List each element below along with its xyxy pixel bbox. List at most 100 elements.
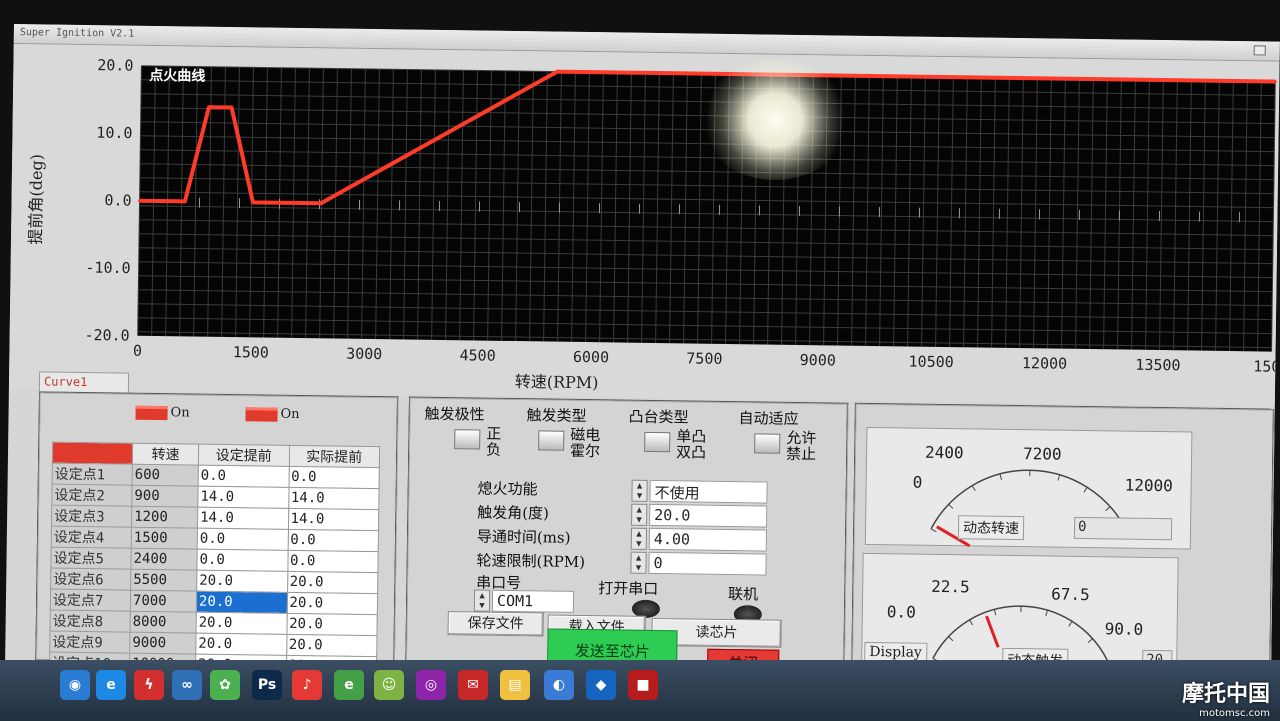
start-icon[interactable]: ◉ — [60, 670, 90, 700]
save-file-button[interactable]: 保存文件 — [447, 611, 544, 637]
row-header: 设定点2 — [51, 484, 133, 507]
cell-actual[interactable]: 20.0 — [287, 571, 378, 594]
lower-panel: Curve1 On On 转速 设定提前 实际提前 设定点1 600 0.0 0.0 设… — [5, 369, 1275, 687]
app-icon[interactable]: ■ — [628, 670, 658, 700]
wechat-icon[interactable]: ☺ — [374, 670, 404, 700]
x-tick-label: 0 — [133, 342, 142, 360]
rpm-gauge-caption: 动态转速 — [957, 515, 1025, 541]
settings-panel: 触发极性 触发类型 凸台类型 自动适应 正负 磁电 霍尔 单凸 双凸 允许 禁止 熄火… — [404, 396, 849, 678]
y-tick-label: 0.0 — [104, 191, 131, 209]
dwell-time-field[interactable]: 4.00 — [648, 527, 768, 552]
browser-icon[interactable]: e — [334, 670, 364, 700]
y-tick-label: 10.0 — [96, 124, 132, 143]
open-port-label: 打开串口 — [598, 579, 659, 599]
row-header: 设定点1 — [52, 463, 133, 486]
table-corner — [52, 442, 133, 465]
serial-port-select[interactable]: COM1 — [491, 589, 575, 613]
cell-rpm[interactable]: 600 — [132, 464, 199, 487]
legend-item-actual[interactable]: On — [245, 406, 300, 423]
gauge-tick: 12000 — [1124, 475, 1173, 496]
cell-rpm[interactable]: 900 — [131, 485, 199, 508]
mail-icon[interactable]: ✉ — [458, 670, 488, 700]
x-tick-label: 10500 — [908, 353, 953, 372]
row-header: 设定点6 — [50, 568, 131, 591]
rpm-gauge: 2400 7200 0 12000 动态转速 0 — [864, 426, 1193, 550]
boss-type-toggle[interactable] — [644, 431, 671, 453]
window-control-button[interactable] — [1253, 45, 1266, 56]
media-icon[interactable]: ◎ — [416, 670, 446, 700]
rpm-limit-label: 轮速限制(RPM) — [476, 551, 586, 572]
gauge-tick-mark — [948, 636, 954, 642]
gauge-tick-mark — [948, 504, 954, 509]
cell-rpm[interactable]: 1200 — [131, 506, 198, 529]
cell-actual[interactable]: 20.0 — [286, 613, 378, 636]
cell-rpm[interactable]: 1500 — [131, 527, 198, 550]
gauge-tick-mark — [999, 473, 1002, 480]
cell-rpm[interactable]: 5500 — [130, 569, 197, 592]
cell-actual[interactable]: 14.0 — [287, 508, 379, 531]
cell-actual[interactable]: 0.0 — [287, 529, 379, 552]
kill-function-label: 熄火功能 — [477, 479, 538, 499]
cell-set[interactable]: 20.0 — [195, 633, 287, 656]
angle-gauge: 22.5 67.5 0.0 90.0 Display 动态触发 20 — [861, 552, 1179, 674]
plot-area — [137, 65, 1276, 352]
gauge-tick: 22.5 — [931, 576, 970, 597]
trigger-angle-spinner[interactable]: ▲ ▼ — [631, 503, 648, 526]
trigger-angle-field[interactable]: 20.0 — [649, 503, 768, 528]
app-window: Super Ignition V2.1 20.0 10.0 0.0 -10.0 -20.… — [4, 24, 1280, 704]
cell-set[interactable]: 20.0 — [196, 612, 287, 635]
cell-rpm[interactable]: 9000 — [129, 632, 197, 655]
legend-item-set[interactable]: On — [135, 405, 190, 420]
cell-rpm[interactable]: 7000 — [130, 590, 197, 613]
auto-adapt-toggle[interactable] — [754, 433, 781, 454]
watermark: 摩托中国 motomsc.com — [1182, 676, 1270, 719]
flash-icon[interactable]: ϟ — [134, 670, 164, 700]
taskbar: ◉ e ϟ ∞ ✿ Ps ♪ e ☺ ◎ ✉ ▤ ◐ ◆ ■ — [0, 660, 1280, 721]
cell-set[interactable]: 0.0 — [196, 549, 288, 572]
app-icon[interactable]: ◐ — [544, 670, 574, 700]
cell-rpm[interactable]: 8000 — [130, 611, 197, 634]
cell-set[interactable]: 20.0 — [196, 591, 288, 614]
photo-icon[interactable]: ✿ — [210, 670, 240, 700]
photoshop-icon[interactable]: Ps — [252, 670, 282, 700]
x-tick-label: 3000 — [346, 345, 382, 364]
cell-actual[interactable]: 0.0 — [287, 550, 379, 573]
watermark-name: 摩托中国 — [1181, 682, 1270, 707]
trigger-type-toggle[interactable] — [538, 430, 565, 451]
gauge-tick-mark — [1045, 610, 1048, 617]
kill-function-spinner[interactable]: ▲ ▼ — [631, 479, 648, 502]
legend-label: On — [280, 406, 300, 423]
cell-rpm[interactable]: 2400 — [130, 548, 198, 571]
dwell-time-spinner[interactable]: ▲ ▼ — [630, 527, 648, 550]
cell-actual[interactable]: 20.0 — [286, 634, 377, 657]
cell-actual[interactable]: 20.0 — [286, 592, 378, 615]
cell-set[interactable]: 14.0 — [197, 486, 289, 509]
polarity-toggle[interactable] — [454, 429, 481, 450]
row-header: 设定点5 — [50, 547, 132, 570]
music-icon[interactable]: ♪ — [292, 670, 322, 700]
ie-icon[interactable]: e — [96, 670, 126, 700]
network-icon[interactable]: ∞ — [172, 670, 202, 700]
cell-actual[interactable]: 14.0 — [288, 487, 380, 510]
gauge-tick-mark — [1105, 506, 1111, 512]
serial-port-spinner[interactable]: ▲ ▼ — [473, 589, 491, 612]
cell-actual[interactable]: 0.0 — [288, 466, 380, 489]
folder-icon[interactable]: ▤ — [500, 670, 530, 700]
cell-set[interactable]: 14.0 — [197, 507, 289, 530]
trigger-type-options: 磁电 霍尔 — [570, 426, 600, 460]
row-header: 设定点7 — [50, 589, 131, 612]
rpm-limit-spinner[interactable]: ▲ ▼ — [630, 551, 647, 574]
cell-set[interactable]: 20.0 — [196, 570, 288, 593]
cell-set[interactable]: 0.0 — [197, 528, 288, 551]
app-icon[interactable]: ◆ — [586, 670, 616, 700]
x-tick-label: 6000 — [573, 348, 609, 367]
kill-function-field[interactable]: 不使用 — [649, 479, 768, 504]
tab-curve1[interactable]: Curve1 — [38, 371, 130, 393]
column-header-rpm: 转速 — [132, 443, 199, 466]
chart-svg: 20.0 10.0 0.0 -10.0 -20.00 1500 3000 4500 6000 75… — [26, 56, 1280, 392]
cell-set[interactable]: 0.0 — [198, 465, 289, 488]
column-header-set: 设定提前 — [198, 444, 290, 467]
option-b: 禁止 — [785, 444, 817, 464]
rpm-limit-field[interactable]: 0 — [648, 551, 767, 576]
online-label: 联机 — [727, 585, 759, 604]
